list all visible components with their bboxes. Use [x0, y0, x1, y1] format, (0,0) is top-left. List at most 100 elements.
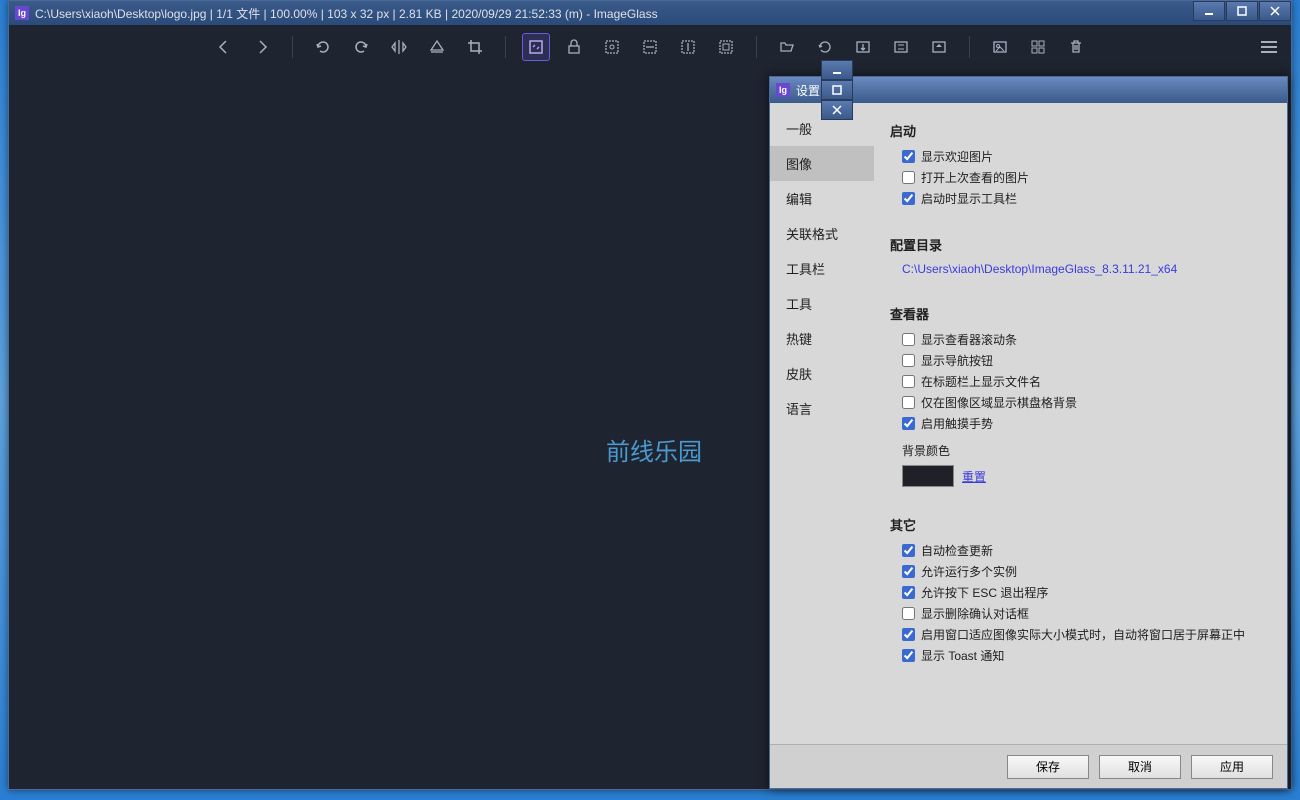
section-viewer-title: 查看器	[890, 304, 1271, 323]
viewer-checkbox-1[interactable]	[902, 354, 915, 367]
other-label-1: 允许运行多个实例	[921, 563, 1017, 580]
other-label-3: 显示删除确认对话框	[921, 605, 1029, 622]
main-titlebar[interactable]: Ig C:\Users\xiaoh\Desktop\logo.jpg | 1/1…	[9, 1, 1291, 25]
minimize-button[interactable]	[1193, 1, 1225, 21]
startup-label-0: 显示欢迎图片	[921, 148, 993, 165]
save-button[interactable]: 保存	[1007, 755, 1089, 779]
viewer-checkbox-0[interactable]	[902, 333, 915, 346]
settings-close-button[interactable]	[821, 100, 853, 120]
settings-window: Ig 设置 一般 图像 编辑 关联格式 工具栏 工具 热键 皮肤 语言 启动 显…	[769, 76, 1288, 789]
settings-minimize-button[interactable]	[821, 60, 853, 80]
startup-row-2: 启动时显示工具栏	[902, 190, 1271, 207]
settings-app-icon: Ig	[776, 83, 790, 97]
other-label-4: 启用窗口适应图像实际大小模式时，自动将窗口居于屏幕正中	[921, 626, 1245, 643]
scale-to-fit-icon[interactable]	[712, 33, 740, 61]
maximize-button[interactable]	[1226, 1, 1258, 21]
other-checkbox-5[interactable]	[902, 649, 915, 662]
startup-row-0: 显示欢迎图片	[902, 148, 1271, 165]
sidebar-item-hotkeys[interactable]: 热键	[770, 321, 874, 356]
other-checkbox-4[interactable]	[902, 628, 915, 641]
close-button[interactable]	[1259, 1, 1291, 21]
viewer-checkbox-3[interactable]	[902, 396, 915, 409]
scale-to-height-icon[interactable]	[674, 33, 702, 61]
sidebar-item-tools[interactable]: 工具	[770, 286, 874, 321]
prev-icon[interactable]	[210, 33, 238, 61]
viewer-row-2: 在标题栏上显示文件名	[902, 373, 1271, 390]
section-configdir-title: 配置目录	[890, 235, 1271, 254]
settings-title: 设置	[796, 82, 820, 99]
auto-zoom-icon[interactable]	[598, 33, 626, 61]
settings-maximize-button[interactable]	[821, 80, 853, 100]
sidebar-item-theme[interactable]: 皮肤	[770, 356, 874, 391]
open-file-icon[interactable]	[773, 33, 801, 61]
bg-color-reset-link[interactable]: 重置	[962, 468, 986, 485]
crop-icon[interactable]	[461, 33, 489, 61]
rotate-right-icon[interactable]	[347, 33, 375, 61]
other-label-0: 自动检查更新	[921, 542, 993, 559]
thumbnail-icon[interactable]	[1024, 33, 1052, 61]
startup-checkbox-1[interactable]	[902, 171, 915, 184]
other-row-1: 允许运行多个实例	[902, 563, 1271, 580]
settings-content: 启动 显示欢迎图片打开上次查看的图片启动时显示工具栏 配置目录 C:\Users…	[874, 103, 1287, 744]
settings-footer: 保存 取消 应用	[770, 744, 1287, 788]
viewer-checkbox-2[interactable]	[902, 375, 915, 388]
goto-icon[interactable]	[849, 33, 877, 61]
startup-checkbox-0[interactable]	[902, 150, 915, 163]
canvas-text: 前线乐园	[606, 432, 702, 467]
other-checkbox-3[interactable]	[902, 607, 915, 620]
fullscreen-icon[interactable]	[925, 33, 953, 61]
startup-label-2: 启动时显示工具栏	[921, 190, 1017, 207]
lock-zoom-icon[interactable]	[560, 33, 588, 61]
refresh-icon[interactable]	[811, 33, 839, 61]
other-row-0: 自动检查更新	[902, 542, 1271, 559]
separator	[505, 36, 506, 58]
viewer-label-3: 仅在图像区域显示棋盘格背景	[921, 394, 1077, 411]
bg-color-swatch[interactable]	[902, 465, 954, 487]
next-icon[interactable]	[248, 33, 276, 61]
other-label-2: 允许按下 ESC 退出程序	[921, 584, 1048, 601]
sidebar-item-image[interactable]: 图像	[770, 146, 874, 181]
other-row-2: 允许按下 ESC 退出程序	[902, 584, 1271, 601]
viewer-label-4: 启用触摸手势	[921, 415, 993, 432]
menu-icon[interactable]	[1255, 33, 1283, 61]
viewer-label-0: 显示查看器滚动条	[921, 331, 1017, 348]
viewer-row-3: 仅在图像区域显示棋盘格背景	[902, 394, 1271, 411]
separator	[969, 36, 970, 58]
cancel-button[interactable]: 取消	[1099, 755, 1181, 779]
other-checkbox-1[interactable]	[902, 565, 915, 578]
delete-icon[interactable]	[1062, 33, 1090, 61]
sidebar-item-assoc[interactable]: 关联格式	[770, 216, 874, 251]
startup-label-1: 打开上次查看的图片	[921, 169, 1029, 186]
viewer-label-2: 在标题栏上显示文件名	[921, 373, 1041, 390]
actual-size-icon[interactable]	[522, 33, 550, 61]
settings-body: 一般 图像 编辑 关联格式 工具栏 工具 热键 皮肤 语言 启动 显示欢迎图片打…	[770, 103, 1287, 744]
rotate-left-icon[interactable]	[309, 33, 337, 61]
sidebar-item-edit[interactable]: 编辑	[770, 181, 874, 216]
settings-sidebar: 一般 图像 编辑 关联格式 工具栏 工具 热键 皮肤 语言	[770, 103, 874, 744]
section-other-title: 其它	[890, 515, 1271, 534]
settings-window-controls	[820, 60, 853, 120]
main-title: C:\Users\xiaoh\Desktop\logo.jpg | 1/1 文件…	[35, 5, 658, 22]
other-checkbox-0[interactable]	[902, 544, 915, 557]
sidebar-item-language[interactable]: 语言	[770, 391, 874, 426]
slideshow-icon[interactable]	[986, 33, 1014, 61]
viewer-row-4: 启用触摸手势	[902, 415, 1271, 432]
sidebar-item-toolbar[interactable]: 工具栏	[770, 251, 874, 286]
startup-checkbox-2[interactable]	[902, 192, 915, 205]
bg-color-label: 背景颜色	[902, 442, 1271, 459]
settings-titlebar[interactable]: Ig 设置	[770, 77, 1287, 103]
apply-button[interactable]: 应用	[1191, 755, 1273, 779]
scale-to-width-icon[interactable]	[636, 33, 664, 61]
viewer-checkbox-4[interactable]	[902, 417, 915, 430]
viewer-label-1: 显示导航按钮	[921, 352, 993, 369]
viewer-row-0: 显示查看器滚动条	[902, 331, 1271, 348]
other-checkbox-2[interactable]	[902, 586, 915, 599]
flip-v-icon[interactable]	[423, 33, 451, 61]
app-icon: Ig	[15, 6, 29, 20]
config-dir-link[interactable]: C:\Users\xiaoh\Desktop\ImageGlass_8.3.11…	[902, 262, 1271, 276]
window-fit-icon[interactable]	[887, 33, 915, 61]
flip-h-icon[interactable]	[385, 33, 413, 61]
other-row-3: 显示删除确认对话框	[902, 605, 1271, 622]
startup-row-1: 打开上次查看的图片	[902, 169, 1271, 186]
toolbar	[9, 25, 1291, 69]
